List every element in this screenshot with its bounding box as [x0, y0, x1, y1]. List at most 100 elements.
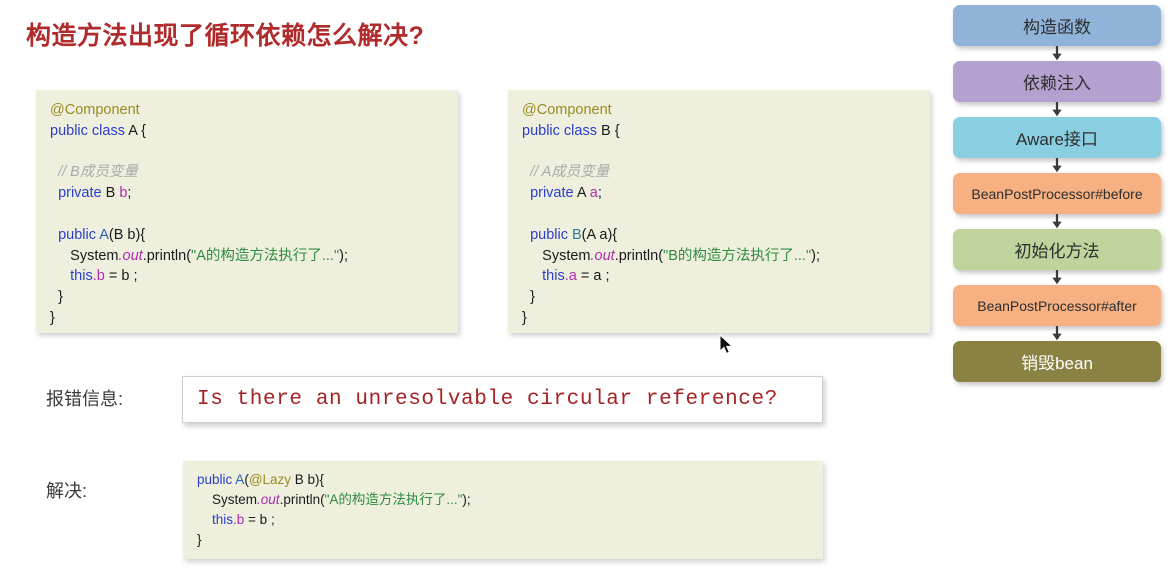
out-field: .out — [257, 492, 280, 507]
println-call: .println( — [279, 492, 325, 507]
keyword-public: public — [50, 122, 88, 139]
error-message-box: Is there an unresolvable circular refere… — [182, 376, 823, 423]
flow-node-label: Aware接口 — [1016, 130, 1098, 149]
system-token: System — [70, 247, 119, 264]
system-token: System — [212, 492, 258, 507]
code-line: public class B { — [522, 121, 916, 142]
annotation-component: @Component — [50, 102, 140, 118]
flow-node-label: 初始化方法 — [1014, 242, 1100, 261]
assignment-rest: = a ; — [576, 268, 610, 285]
code-block-class-a: @Component public class A { // B成员变量 priv… — [36, 90, 458, 333]
error-message-text: Is there an unresolvable circular refere… — [197, 388, 778, 411]
code-line: private B b; — [50, 183, 444, 204]
keyword-class: class — [91, 122, 125, 139]
flow-node-label: 构造函数 — [1023, 18, 1091, 37]
fix-row-label: 解决: — [46, 481, 88, 501]
brace-close-inner: } — [530, 289, 535, 306]
println-call: .println( — [142, 247, 192, 264]
code-line: @Component — [50, 100, 444, 121]
flow-arrow-down-icon — [953, 102, 1161, 117]
annotation-lazy: @Lazy — [248, 472, 292, 487]
code-line: } — [197, 530, 809, 550]
code-line: System.out.println("B的构造方法执行了..."); — [522, 246, 916, 267]
println-call: .println( — [614, 247, 664, 264]
keyword-this: this — [212, 512, 234, 527]
brace-close-outer: } — [50, 309, 55, 326]
flow-node-label: 依赖注入 — [1023, 74, 1091, 93]
statement-tail: ); — [811, 247, 820, 264]
constructor-name: A — [235, 472, 245, 487]
code-line: public class A { — [50, 121, 444, 142]
code-block-solution: public A(@Lazy B b){ System.out.println(… — [183, 461, 823, 559]
constructor-params: B b){ — [291, 472, 325, 487]
flow-node: BeanPostProcessor#after — [953, 285, 1161, 326]
code-line: public B(A a){ — [522, 225, 916, 246]
code-line: } — [50, 287, 444, 308]
keyword-public: public — [530, 226, 568, 243]
code-line: private A a; — [522, 183, 916, 204]
statement-tail: ); — [462, 492, 471, 507]
code-line: } — [522, 308, 916, 329]
assignment-rest: = b ; — [244, 512, 275, 527]
brace-close-outer: } — [522, 309, 527, 326]
annotation-component: @Component — [522, 102, 612, 118]
flow-arrow-down-icon — [953, 214, 1161, 229]
keyword-public: public — [58, 226, 96, 243]
bean-lifecycle-flowchart: 构造函数依赖注入 Aware接口 BeanPostProcessor#before 初… — [953, 5, 1161, 382]
flow-node: BeanPostProcessor#before — [953, 173, 1161, 214]
flow-node-label: BeanPostProcessor#before — [971, 185, 1143, 202]
out-field: .out — [590, 247, 615, 264]
constructor-params: (A a){ — [581, 226, 618, 243]
keyword-public: public — [197, 472, 233, 487]
constructor-name: B — [571, 226, 582, 243]
brace-open: { — [614, 122, 620, 139]
flow-arrow-down-icon — [953, 270, 1161, 285]
flow-arrow-down-icon — [953, 46, 1161, 61]
flow-arrow-down-icon — [953, 326, 1161, 341]
keyword-private: private — [58, 185, 102, 202]
code-line: // A成员变量 — [522, 162, 916, 183]
assigned-field: .b — [233, 512, 245, 527]
code-line: public A(@Lazy B b){ — [197, 470, 809, 490]
mouse-cursor — [719, 333, 735, 356]
field-name: a — [589, 185, 598, 202]
class-name: B — [601, 122, 611, 139]
field-type: B — [105, 185, 116, 202]
code-line: this.b = b ; — [50, 266, 444, 287]
code-line: } — [50, 308, 444, 329]
out-field: .out — [118, 247, 143, 264]
assigned-field: .a — [564, 268, 577, 285]
page-title: 构造方法出现了循环依赖怎么解决? — [26, 22, 425, 50]
keyword-this: this — [70, 268, 93, 285]
code-line: @Component — [522, 100, 916, 121]
error-row-label: 报错信息: — [46, 389, 124, 409]
keyword-private: private — [530, 185, 574, 202]
flow-node: 初始化方法 — [953, 229, 1161, 270]
keyword-public: public — [522, 122, 560, 139]
system-token: System — [542, 247, 591, 264]
code-line: // B成员变量 — [50, 162, 444, 183]
code-block-class-b: @Component public class B { // A成员变量 priv… — [508, 90, 930, 333]
flow-node: 构造函数 — [953, 5, 1161, 46]
semicolon: ; — [597, 185, 602, 202]
code-comment: // B成员变量 — [58, 164, 138, 181]
string-literal: "B的构造方法执行了..." — [663, 247, 812, 264]
code-line: public A(B b){ — [50, 225, 444, 246]
statement-tail: ); — [339, 247, 348, 264]
keyword-this: this — [542, 268, 565, 285]
assignment-rest: = b ; — [104, 268, 138, 285]
brace-close: } — [197, 532, 202, 547]
string-literal: "A的构造方法执行了..." — [324, 492, 463, 507]
constructor-name: A — [99, 226, 109, 243]
flow-arrow-down-icon — [953, 158, 1161, 173]
brace-open: { — [141, 122, 146, 139]
code-line: System.out.println("A的构造方法执行了..."); — [50, 246, 444, 267]
code-line: this.b = b ; — [197, 510, 809, 530]
flow-node-label: BeanPostProcessor#after — [977, 297, 1137, 314]
flow-node: 依赖注入 — [953, 61, 1161, 102]
string-literal: "A的构造方法执行了..." — [191, 247, 340, 264]
brace-close-inner: } — [58, 289, 63, 306]
flow-node-label: 销毁bean — [1021, 354, 1093, 373]
field-type: A — [576, 185, 586, 202]
flow-node: 销毁bean — [953, 341, 1161, 382]
